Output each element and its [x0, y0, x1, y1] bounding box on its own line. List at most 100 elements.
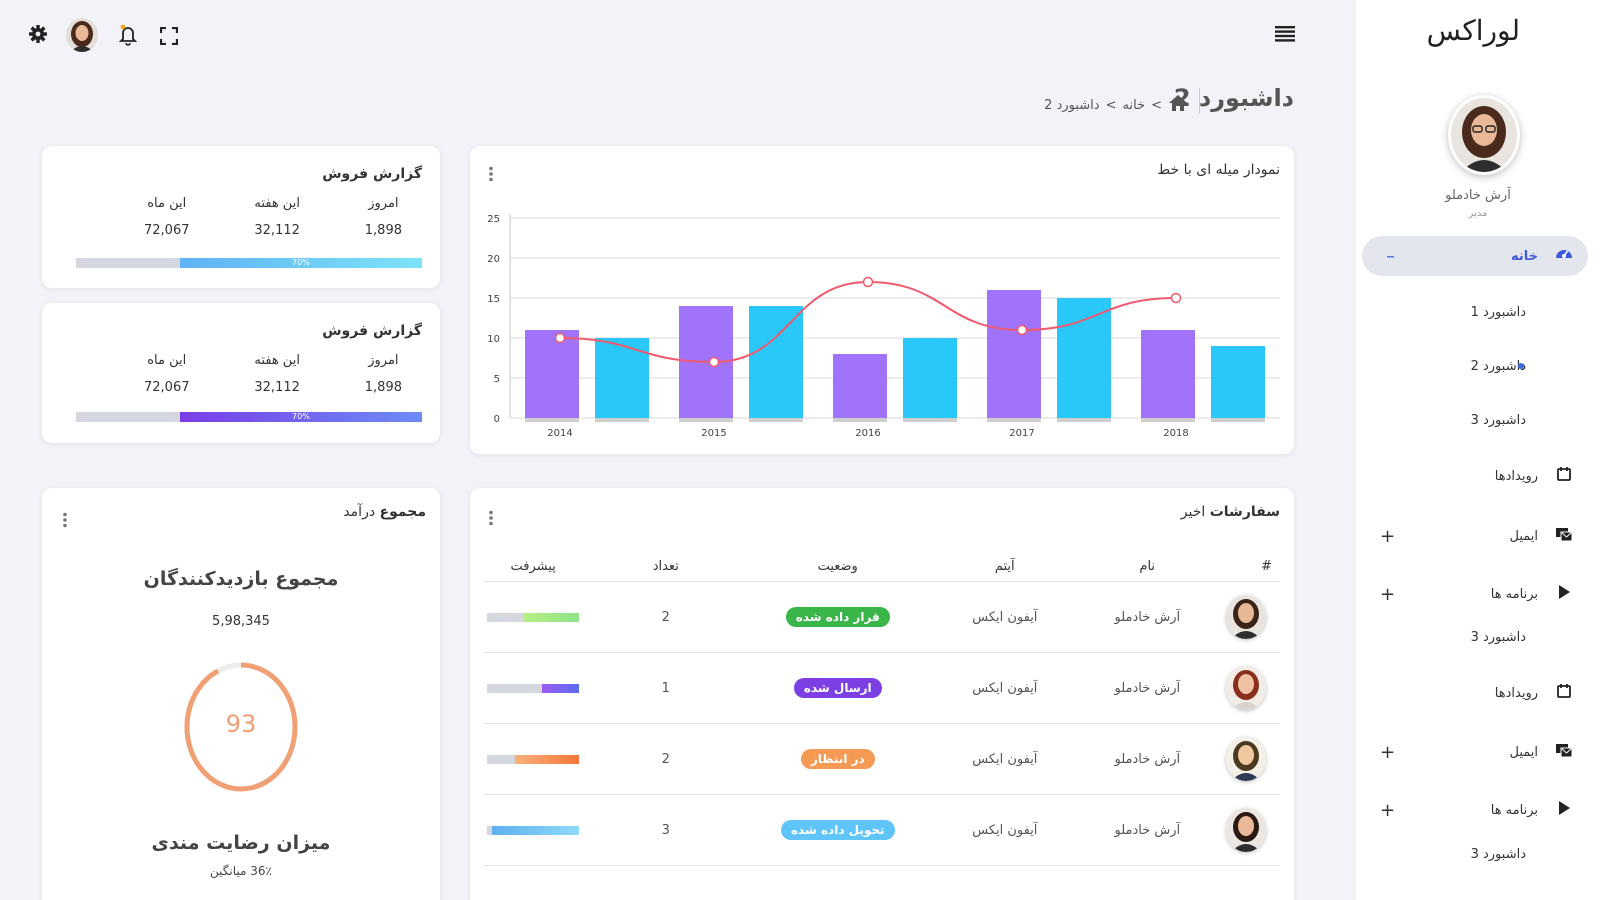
calendar-icon — [1552, 683, 1576, 703]
sidebar-item-label: داشبورد 3 — [1470, 412, 1526, 428]
stat-month: این ماه 72,067 — [144, 353, 190, 395]
sidebar-item-apps[interactable]: برنامه ها + — [1356, 574, 1600, 614]
satisfaction-label: میزان رضایت مندی — [151, 832, 331, 854]
status-cell: تحویل داده شده — [749, 820, 926, 840]
order-progress-bar — [487, 825, 580, 835]
stat-week: این هفته 32,112 — [254, 196, 300, 238]
avatar[interactable] — [1225, 808, 1266, 852]
breadcrumb-current: داشبورد 2 — [1044, 97, 1100, 113]
settings-icon[interactable] — [28, 24, 48, 49]
menu-toggle-icon[interactable] — [1275, 24, 1295, 48]
column-header: پیشرفت — [510, 559, 556, 574]
app-logo[interactable]: لوراکس — [1427, 14, 1520, 47]
sidebar-item-dashboard-3[interactable]: داشبورد 3 — [1356, 400, 1600, 440]
expand-icon[interactable]: + — [1380, 584, 1395, 605]
profile-avatar[interactable] — [1448, 95, 1520, 175]
avatar[interactable] — [1225, 666, 1266, 710]
sidebar-item-events[interactable]: رویدادها — [1356, 673, 1600, 713]
status-cell: در انتظار — [749, 749, 926, 769]
average-label: 36٪ میانگین — [210, 864, 272, 878]
order-count: 2 — [661, 751, 670, 767]
progress-fill — [491, 825, 580, 835]
avatar[interactable] — [1225, 737, 1266, 781]
sidebar-item-dashboard-3[interactable]: داشبورد 3 — [1356, 617, 1600, 657]
breadcrumb-home[interactable]: خانه — [1123, 98, 1146, 113]
sidebar-item-label: رویدادها — [1494, 468, 1538, 484]
status-badge: تحویل داده شده — [780, 820, 895, 840]
sidebar-item-dashboard-2[interactable]: داشبورد 2 — [1356, 346, 1600, 386]
table-row[interactable]: آرش خادملو آیفون ایکس در انتظار 2 — [484, 724, 1280, 795]
order-item: آیفون ایکس — [972, 609, 1038, 625]
sidebar-item-dashboard-1[interactable]: داشبورد 1 — [1356, 292, 1600, 332]
collapse-icon[interactable]: – — [1386, 246, 1395, 267]
status-badge: در انتظار — [800, 749, 875, 769]
sidebar-item-events[interactable]: رویدادها — [1356, 456, 1600, 496]
orders-table: # نام آیتم وضعیت تعداد پیشرفت آرش خادملو… — [484, 552, 1280, 866]
x-tick-label: 2017 — [1009, 428, 1034, 439]
sidebar-item-label: رویدادها — [1494, 685, 1538, 701]
avatar[interactable] — [1225, 595, 1266, 639]
chart-bar — [987, 290, 1041, 418]
row-avatar-cell — [1211, 595, 1280, 639]
sidebar-item-label: ایمیل — [1509, 528, 1538, 544]
sidebar-item-home[interactable]: خانه – — [1362, 236, 1588, 276]
more-options-icon[interactable] — [488, 510, 494, 531]
order-item: آیفون ایکس — [972, 680, 1038, 696]
chart-point — [862, 276, 874, 288]
chart-bar — [595, 338, 649, 418]
row-avatar-cell — [1211, 808, 1280, 852]
sidebar-item-label: خانه — [1510, 248, 1538, 264]
fullscreen-icon[interactable] — [159, 26, 179, 50]
order-progress-bar — [487, 612, 580, 622]
order-customer-name: آرش خادملو — [1114, 609, 1181, 625]
progress-fill — [514, 754, 580, 764]
gauge-value: 93 — [225, 710, 257, 738]
table-row[interactable]: آرش خادملو آیفون ایکس ارسال شده 1 — [484, 653, 1280, 724]
play-icon — [1552, 800, 1576, 820]
stat-week: این هفته 32,112 — [254, 353, 300, 395]
column-header: # — [1261, 559, 1272, 574]
chart-point — [554, 332, 566, 344]
x-tick-label: 2016 — [855, 428, 880, 439]
sidebar-item-apps[interactable]: برنامه ها + — [1356, 790, 1600, 830]
user-avatar[interactable] — [66, 18, 98, 52]
sidebar-item-dashboard-3[interactable]: داشبورد 3 — [1356, 834, 1600, 874]
chart-point — [1016, 324, 1028, 336]
y-tick-label: 20 — [487, 254, 500, 265]
status-cell: ارسال شده — [749, 678, 926, 698]
y-tick-label: 10 — [487, 334, 500, 345]
chart-bar — [903, 338, 957, 418]
sales-progress-bar: 70% — [76, 258, 422, 268]
progress-cell — [484, 612, 582, 622]
more-options-icon[interactable] — [62, 512, 68, 533]
chart-bar — [525, 330, 579, 418]
email-icon — [1552, 526, 1576, 546]
breadcrumb-separator: > — [1105, 97, 1117, 113]
chart-bar — [749, 306, 803, 418]
card-title: سفارشات اخیر — [1180, 504, 1280, 520]
row-avatar-cell — [1211, 737, 1280, 781]
table-body: آرش خادملو آیفون ایکس قرار داده شده 2 آرش خا… — [484, 582, 1280, 866]
expand-icon[interactable]: + — [1380, 800, 1395, 821]
sidebar-item-email[interactable]: ایمیل + — [1356, 516, 1600, 556]
profile-role: مدیر — [1468, 208, 1488, 219]
y-tick-label: 15 — [487, 294, 500, 305]
row-avatar-cell — [1211, 666, 1280, 710]
bar-shadow — [595, 418, 649, 422]
table-row[interactable]: آرش خادملو آیفون ایکس قرار داده شده 2 — [484, 582, 1280, 653]
notification-bell-icon[interactable] — [118, 24, 138, 51]
home-icon[interactable] — [1168, 94, 1188, 116]
chart-bar — [1057, 298, 1111, 418]
breadcrumb-separator: > — [1151, 97, 1162, 113]
expand-icon[interactable]: + — [1380, 526, 1395, 547]
order-count: 3 — [661, 822, 670, 838]
sidebar-item-email[interactable]: ایمیل + — [1356, 732, 1600, 772]
table-row[interactable]: آرش خادملو آیفون ایکس تحویل داده شده 3 — [484, 795, 1280, 866]
active-dot-icon — [1518, 363, 1524, 369]
expand-icon[interactable]: + — [1380, 742, 1395, 763]
sidebar-item-label: داشبورد 3 — [1470, 629, 1526, 645]
stat-today: امروز 1,898 — [364, 353, 402, 395]
page-title: داشبورد 2 — [1173, 84, 1294, 112]
sales-report-card: گزارش فروش امروز 1,898 این هفته 32,112 این… — [42, 303, 440, 443]
bar-shadow — [833, 418, 887, 422]
